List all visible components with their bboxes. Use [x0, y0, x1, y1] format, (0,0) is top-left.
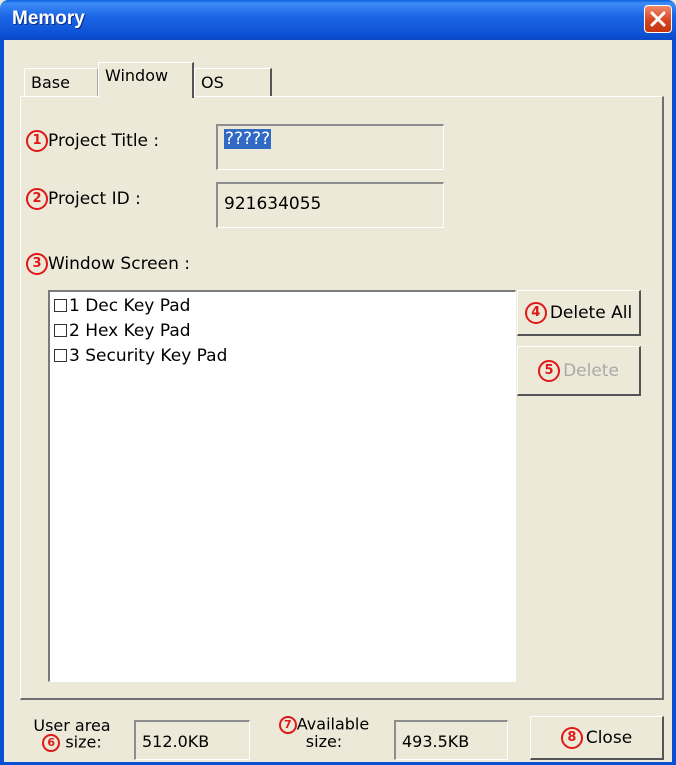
- delete-label: Delete: [563, 360, 619, 381]
- project-id-field[interactable]: 921634055: [216, 182, 444, 228]
- tab-window[interactable]: Window: [98, 62, 194, 98]
- marker-2: 2: [26, 188, 48, 210]
- close-label: Close: [585, 727, 633, 748]
- delete-all-button[interactable]: 4 Delete All: [517, 290, 641, 336]
- available-size-label: 7 Available size:: [268, 716, 380, 750]
- project-id-value: 921634055: [224, 194, 322, 214]
- close-button[interactable]: 8 Close: [530, 716, 664, 760]
- window-title: Memory: [12, 8, 85, 29]
- window-screen-list[interactable]: 1 Dec Key Pad 2 Hex Key Pad 3 Security K…: [48, 290, 516, 682]
- marker-6: 6: [42, 734, 61, 752]
- available-line2: size:: [305, 732, 343, 751]
- list-item-label: 3 Security Key Pad: [69, 346, 228, 366]
- user-area-size-value-field: 512.0KB: [134, 720, 250, 760]
- project-id-label-text: Project ID :: [48, 189, 141, 209]
- list-item[interactable]: 2 Hex Key Pad: [54, 319, 511, 344]
- tab-window-label: Window: [105, 66, 169, 85]
- list-item-label: 1 Dec Key Pad: [69, 296, 191, 316]
- window-close-button[interactable]: [644, 5, 672, 33]
- window-screen-label: 3 Window Screen :: [26, 253, 190, 275]
- delete-all-label: Delete All: [549, 302, 633, 323]
- project-title-label: 1 Project Title :: [26, 130, 159, 152]
- tab-os[interactable]: OS: [194, 68, 272, 97]
- project-title-value: ?????: [224, 129, 272, 149]
- project-id-label: 2 Project ID :: [26, 188, 141, 210]
- marker-3: 3: [26, 253, 48, 275]
- marker-1: 1: [26, 130, 48, 152]
- checkbox[interactable]: [54, 324, 67, 337]
- checkbox[interactable]: [54, 349, 67, 362]
- marker-5: 5: [538, 359, 561, 382]
- list-item[interactable]: 3 Security Key Pad: [54, 344, 511, 369]
- window-border-right: [672, 40, 676, 765]
- delete-button[interactable]: 5 Delete: [517, 346, 641, 396]
- marker-8: 8: [560, 726, 583, 749]
- available-size-value-field: 493.5KB: [394, 720, 508, 760]
- available-size-value: 493.5KB: [402, 732, 470, 751]
- project-title-label-text: Project Title :: [48, 131, 160, 151]
- project-title-field[interactable]: ?????: [216, 124, 444, 170]
- title-bar: Memory: [0, 0, 676, 40]
- list-item[interactable]: 1 Dec Key Pad: [54, 294, 511, 319]
- marker-7: 7: [278, 716, 297, 734]
- list-item-label: 2 Hex Key Pad: [69, 321, 191, 341]
- close-icon: [650, 11, 666, 27]
- checkbox[interactable]: [54, 299, 67, 312]
- available-line1: Available: [296, 714, 370, 734]
- user-area-size-label: User area 6 size:: [24, 718, 120, 752]
- tab-base-label: Base: [31, 73, 70, 92]
- marker-4: 4: [524, 301, 547, 324]
- window-screen-label-text: Window Screen :: [48, 254, 191, 274]
- user-area-line2: size:: [65, 732, 102, 752]
- tab-base[interactable]: Base: [24, 68, 98, 97]
- user-area-size-value: 512.0KB: [142, 732, 210, 751]
- window-border-left: [0, 40, 4, 765]
- tab-os-label: OS: [201, 73, 224, 92]
